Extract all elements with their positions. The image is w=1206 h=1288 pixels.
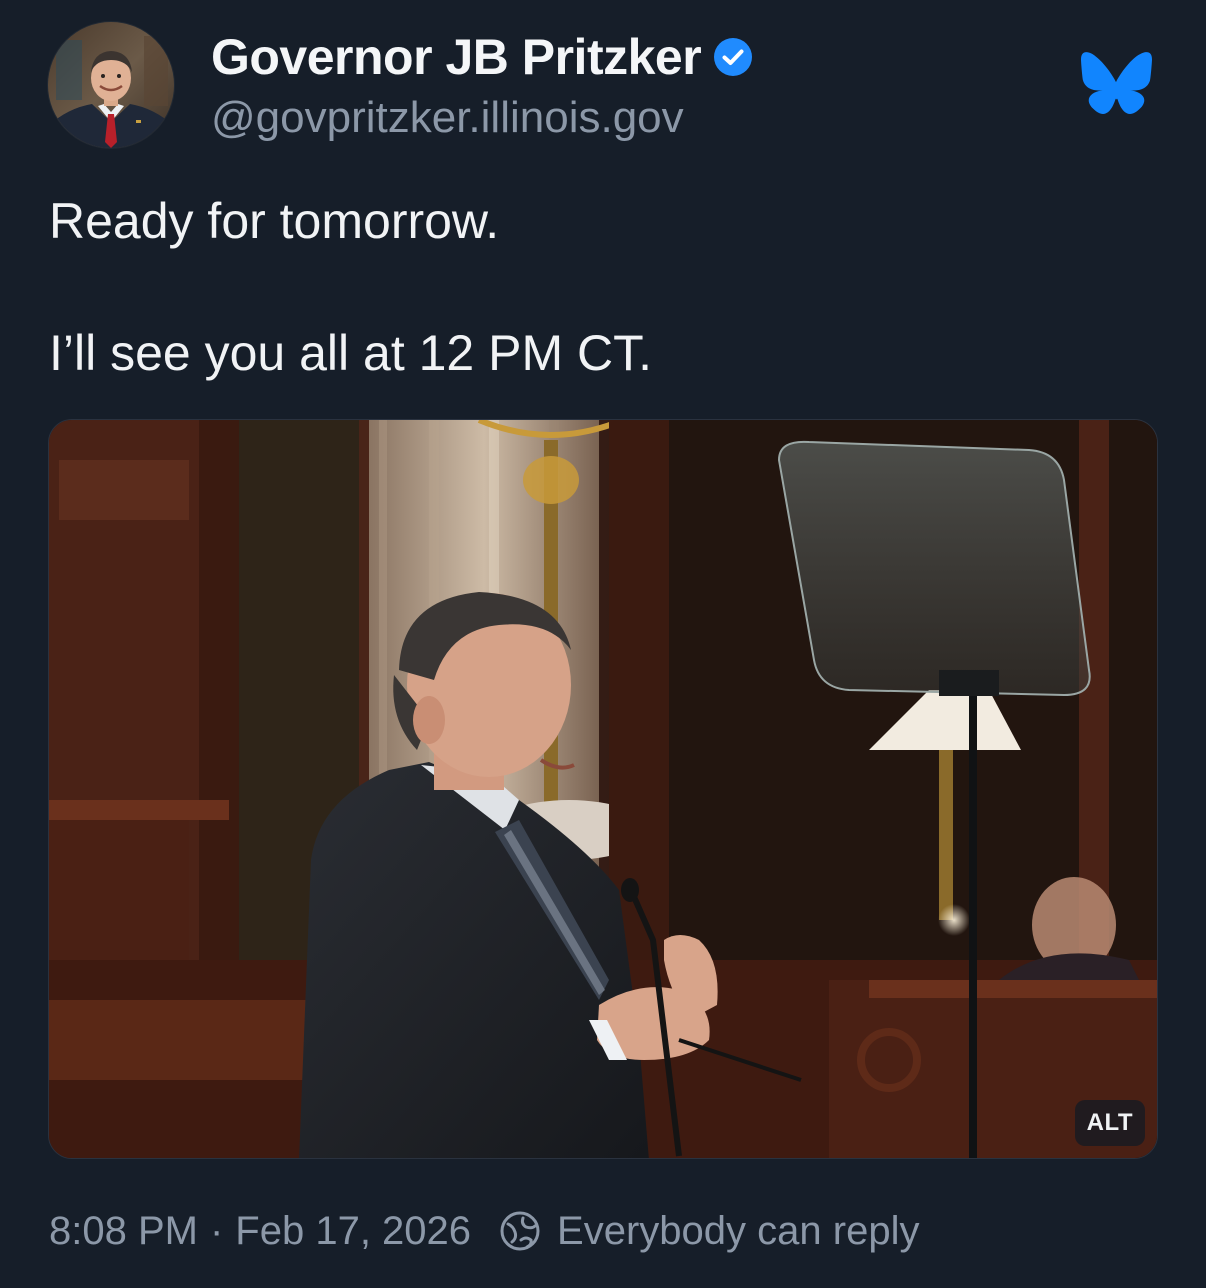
photo-speaker-at-podium <box>49 420 1157 1158</box>
author-handle[interactable]: @govpritzker.illinois.gov <box>211 93 684 143</box>
author-display-name[interactable]: Governor JB Pritzker <box>211 28 702 86</box>
globe-icon <box>499 1210 541 1252</box>
alt-text-badge[interactable]: ALT <box>1074 1100 1145 1146</box>
post-date[interactable]: Feb 17, 2026 <box>235 1209 471 1254</box>
verified-badge-icon[interactable] <box>713 37 753 77</box>
reply-setting-label[interactable]: Everybody can reply <box>557 1209 919 1254</box>
meta-separator: · <box>209 1208 224 1253</box>
author-name-row: Governor JB Pritzker <box>211 26 753 88</box>
post-text-line-1: Ready for tomorrow. <box>49 193 500 249</box>
post-image[interactable]: ALT <box>48 419 1158 1159</box>
post-card: Governor JB Pritzker @govpritzker.illino… <box>0 0 1206 1288</box>
author-avatar[interactable] <box>48 22 174 148</box>
post-meta-row: 8:08 PM · Feb 17, 2026 Everybody can rep… <box>49 1206 919 1256</box>
bluesky-butterfly-icon[interactable] <box>1080 52 1152 118</box>
avatar-photo <box>48 22 174 148</box>
post-time[interactable]: 8:08 PM <box>49 1209 198 1254</box>
post-text-line-2: I’ll see you all at 12 PM CT. <box>49 325 653 381</box>
